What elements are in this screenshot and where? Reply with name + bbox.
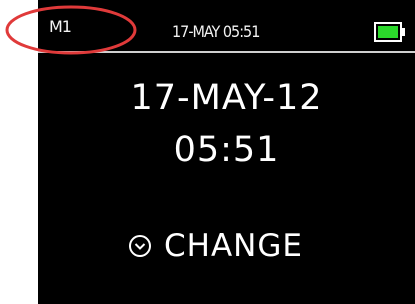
battery-icon: [374, 22, 405, 44]
change-button[interactable]: CHANGE: [128, 226, 303, 266]
status-bar: M1 17-MAY 05:51: [38, 0, 415, 53]
device-screen: M1 17-MAY 05:51 17-MAY-12 05:51 CHANGE: [38, 0, 415, 304]
current-time: 05:51: [173, 130, 280, 170]
battery-tip: [402, 28, 405, 36]
status-divider: [38, 51, 415, 53]
page: M1 17-MAY 05:51 17-MAY-12 05:51 CHANGE: [0, 0, 415, 304]
change-label: CHANGE: [164, 228, 303, 264]
battery-body: [374, 22, 402, 42]
down-circle-icon: [129, 235, 151, 257]
current-date: 17-MAY-12: [130, 78, 323, 118]
channel-indicator: M1: [49, 17, 72, 36]
battery-fill: [378, 26, 398, 38]
status-datetime: 17-MAY 05:51: [172, 22, 260, 41]
